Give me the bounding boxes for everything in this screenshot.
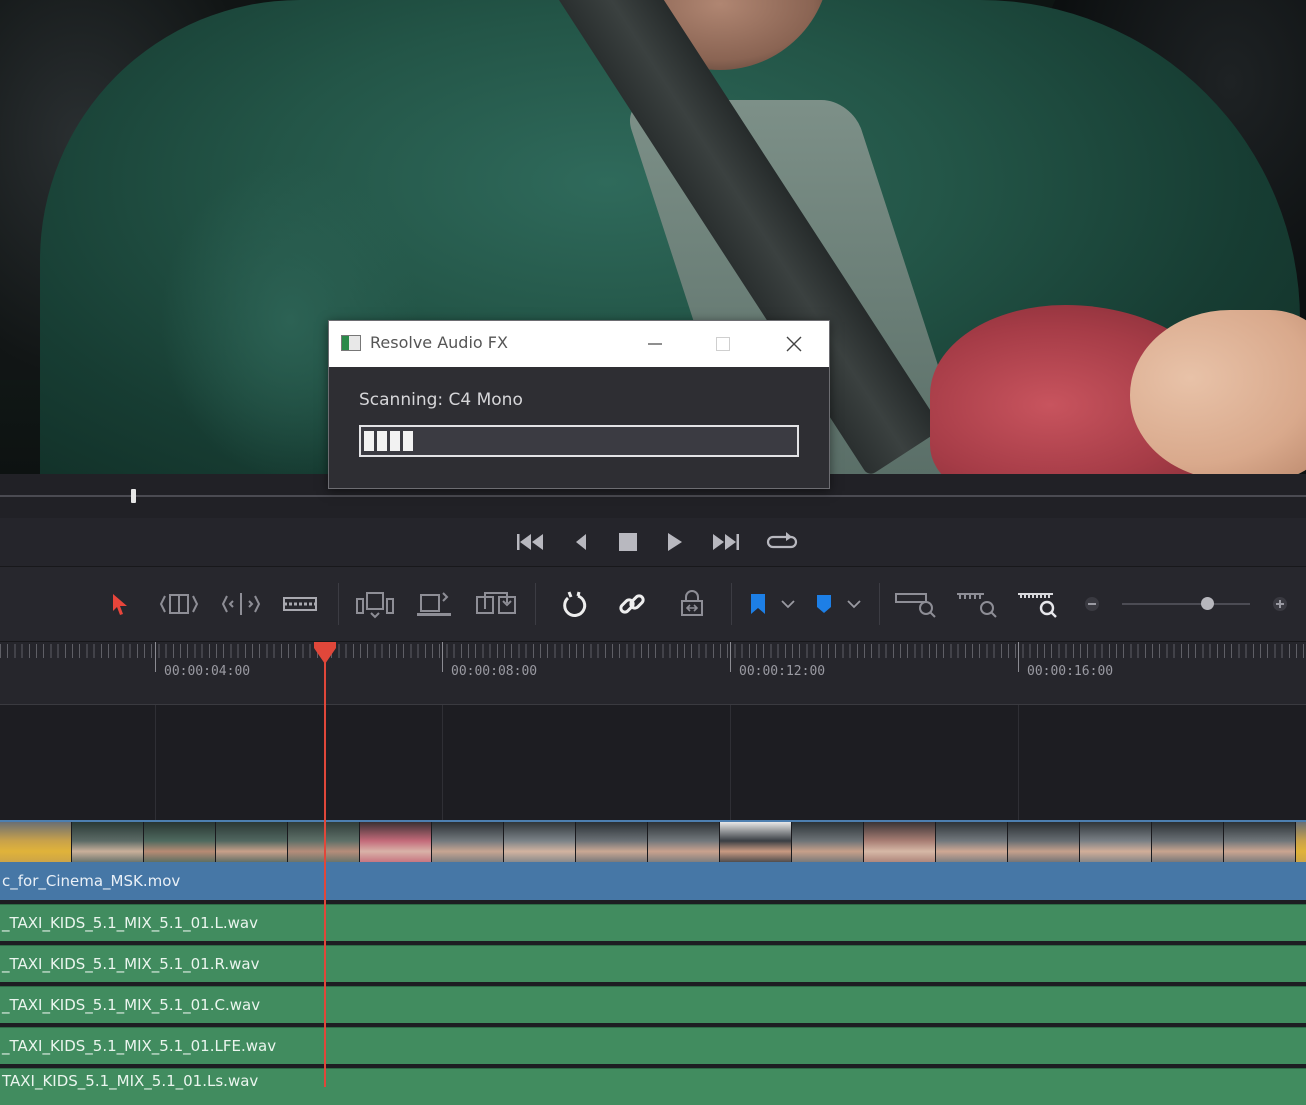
app-window-icon <box>341 335 361 351</box>
audio-clip[interactable]: _TAXI_KIDS_5.1_MIX_5.1_01.LFE.wav <box>0 1027 1306 1064</box>
video-thumbnail <box>0 822 72 864</box>
overwrite-clip-icon[interactable] <box>414 587 454 621</box>
toolbar-separator <box>731 583 732 625</box>
video-thumbnail <box>648 822 720 864</box>
playhead-marker[interactable] <box>314 648 336 664</box>
custom-zoom-icon[interactable] <box>1014 587 1062 621</box>
video-thumbnail <box>432 822 504 864</box>
video-thumbnail <box>216 822 288 864</box>
resolve-audio-fx-dialog: Resolve Audio FX Scanning: C4 Mono <box>328 320 830 489</box>
video-thumbnail <box>1152 822 1224 864</box>
video-thumbnail <box>1224 822 1296 864</box>
scrub-handle[interactable] <box>131 489 136 503</box>
chevron-down-icon[interactable] <box>844 587 864 621</box>
ruler-major-tick <box>730 642 731 672</box>
video-thumbnail <box>72 822 144 864</box>
video-thumbnail <box>864 822 936 864</box>
ruler-ticks <box>0 644 1306 658</box>
video-thumbnail <box>1080 822 1152 864</box>
video-clip-thumbnails[interactable] <box>0 820 1306 864</box>
marker-icon[interactable] <box>812 587 836 621</box>
progress-fill <box>364 431 413 451</box>
progress-block <box>403 431 413 451</box>
blade-icon[interactable] <box>280 587 320 621</box>
video-clip[interactable]: c_for_Cinema_MSK.mov <box>0 862 1306 900</box>
video-thumbnail <box>1296 822 1306 864</box>
scrub-track[interactable] <box>0 495 1306 497</box>
transport-controls <box>0 518 1306 567</box>
play-icon[interactable] <box>657 528 693 556</box>
video-thumbnail <box>504 822 576 864</box>
dialog-title: Resolve Audio FX <box>370 333 508 352</box>
video-thumbnail <box>792 822 864 864</box>
maximize-icon <box>703 329 743 359</box>
grid-line <box>442 705 443 820</box>
scanning-status: Scanning: C4 Mono <box>359 390 523 410</box>
minimize-icon[interactable] <box>635 329 675 359</box>
timeline-ruler[interactable]: 00:00:04:00 00:00:08:00 00:00:12:00 00:0… <box>0 642 1306 705</box>
ruler-timecode: 00:00:12:00 <box>739 664 826 679</box>
toolbar-separator <box>879 583 880 625</box>
ruler-timecode: 00:00:16:00 <box>1027 664 1114 679</box>
video-thumbnail <box>576 822 648 864</box>
detail-zoom-icon[interactable] <box>954 587 1000 621</box>
video-thumbnail <box>1008 822 1080 864</box>
position-lock-icon[interactable] <box>674 587 710 621</box>
toolbar-separator <box>535 583 536 625</box>
close-icon[interactable] <box>774 329 814 359</box>
audio-clip[interactable]: _TAXI_KIDS_5.1_MIX_5.1_01.C.wav <box>0 986 1306 1023</box>
flag-icon[interactable] <box>746 587 770 621</box>
video-thumbnail <box>936 822 1008 864</box>
loop-icon[interactable] <box>764 528 800 556</box>
grid-line <box>155 705 156 820</box>
video-thumbnail <box>360 822 432 864</box>
zoom-slider-track[interactable] <box>1122 603 1250 605</box>
grid-line <box>730 705 731 820</box>
playhead-line[interactable] <box>324 655 326 1087</box>
replace-clip-icon[interactable] <box>472 587 520 621</box>
toolbar-separator <box>338 583 339 625</box>
audio-clip[interactable]: _TAXI_KIDS_5.1_MIX_5.1_01.R.wav <box>0 945 1306 982</box>
dynamic-trim-icon[interactable] <box>218 587 264 621</box>
stop-icon[interactable] <box>610 528 646 556</box>
ruler-timecode: 00:00:08:00 <box>451 664 538 679</box>
full-zoom-icon[interactable] <box>893 587 939 621</box>
progress-block <box>390 431 400 451</box>
zoom-in-icon[interactable] <box>1270 587 1290 621</box>
dialog-titlebar[interactable]: Resolve Audio FX <box>329 321 829 367</box>
scan-progress-bar <box>359 425 799 457</box>
video-thumbnail <box>720 822 792 864</box>
linked-selection-icon[interactable] <box>614 587 650 621</box>
audio-clip[interactable]: _TAXI_KIDS_5.1_MIX_5.1_01.L.wav <box>0 904 1306 941</box>
zoom-slider-knob[interactable] <box>1201 597 1214 610</box>
ruler-major-tick <box>155 642 156 672</box>
trim-edit-icon[interactable] <box>155 587 203 621</box>
snapping-icon[interactable] <box>556 587 592 621</box>
timeline-toolbar <box>0 567 1306 642</box>
progress-block <box>377 431 387 451</box>
progress-block <box>364 431 374 451</box>
insert-clip-icon[interactable] <box>352 587 398 621</box>
ruler-major-tick <box>442 642 443 672</box>
go-to-start-icon[interactable] <box>513 528 549 556</box>
chevron-down-icon[interactable] <box>778 587 798 621</box>
ruler-major-tick <box>1018 642 1019 672</box>
selection-arrow-icon[interactable] <box>106 587 132 621</box>
step-back-icon[interactable] <box>563 528 599 556</box>
grid-line <box>1018 705 1019 820</box>
ruler-timecode: 00:00:04:00 <box>164 664 251 679</box>
zoom-out-icon[interactable] <box>1082 587 1102 621</box>
video-thumbnail <box>144 822 216 864</box>
go-to-end-icon[interactable] <box>707 528 743 556</box>
